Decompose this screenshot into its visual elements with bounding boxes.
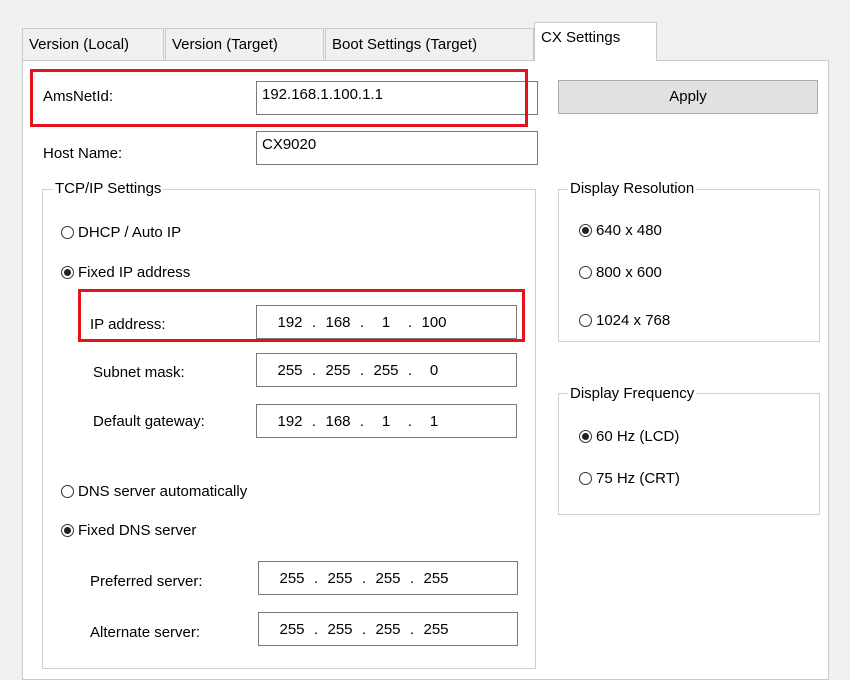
fixed-ip-radio[interactable]: Fixed IP address [61, 264, 190, 281]
radio-unchecked-icon [61, 226, 74, 239]
resolution-1024-radio[interactable]: 1024 x 768 [579, 312, 670, 329]
octet-separator: . [313, 569, 319, 587]
ip-octet: 168 [325, 412, 351, 430]
tab-version-local[interactable]: Version (Local) [22, 28, 164, 60]
ip-octet: 255 [277, 361, 303, 379]
resolution-640-radio[interactable]: 640 x 480 [579, 222, 662, 239]
subnet-mask-input[interactable]: 255. 255. 255. 0 [256, 353, 517, 387]
host-name-label: Host Name: [43, 145, 123, 162]
ip-octet: 255 [279, 620, 305, 638]
ip-octet: 255 [423, 569, 449, 587]
apply-button[interactable]: Apply [558, 80, 818, 114]
tcpip-settings-title: TCP/IP Settings [53, 180, 164, 197]
radio-checked-icon [61, 266, 74, 279]
ip-address-highlight-box [78, 289, 525, 342]
dns-fixed-label: Fixed DNS server [78, 522, 197, 539]
octet-separator: . [311, 412, 317, 430]
preferred-server-input[interactable]: 255. 255. 255. 255 [258, 561, 518, 595]
host-name-input[interactable]: CX9020 [256, 131, 538, 165]
ip-octet: 255 [327, 569, 353, 587]
resolution-option-label: 1024 x 768 [596, 312, 671, 329]
octet-separator: . [409, 620, 415, 638]
radio-unchecked-icon [61, 485, 74, 498]
default-gateway-label: Default gateway: [93, 413, 205, 430]
ip-octet: 255 [373, 361, 399, 379]
tab-version-target[interactable]: Version (Target) [165, 28, 324, 60]
resolution-option-label: 640 x 480 [596, 222, 662, 239]
ip-octet: 255 [327, 620, 353, 638]
dhcp-radio[interactable]: DHCP / Auto IP [61, 224, 181, 241]
resolution-800-radio[interactable]: 800 x 600 [579, 264, 662, 281]
octet-separator: . [359, 361, 365, 379]
display-frequency-group [558, 393, 820, 515]
ip-octet: 1 [381, 412, 391, 430]
radio-unchecked-icon [579, 314, 592, 327]
subnet-mask-label: Subnet mask: [93, 364, 185, 381]
ip-octet: 1 [429, 412, 439, 430]
frequency-60hz-radio[interactable]: 60 Hz (LCD) [579, 428, 679, 445]
octet-separator: . [407, 361, 413, 379]
display-resolution-title: Display Resolution [568, 180, 697, 197]
resolution-option-label: 800 x 600 [596, 264, 662, 281]
radio-unchecked-icon [579, 266, 592, 279]
alternate-server-input[interactable]: 255. 255. 255. 255 [258, 612, 518, 646]
display-frequency-title: Display Frequency [568, 385, 697, 402]
ip-octet: 255 [375, 620, 401, 638]
tab-boot-settings-target[interactable]: Boot Settings (Target) [325, 28, 534, 60]
alternate-server-label: Alternate server: [90, 624, 201, 641]
octet-separator: . [313, 620, 319, 638]
radio-checked-icon [579, 430, 592, 443]
frequency-option-label: 60 Hz (LCD) [596, 428, 680, 445]
octet-separator: . [407, 412, 413, 430]
ip-octet: 192 [277, 412, 303, 430]
radio-checked-icon [579, 224, 592, 237]
ip-octet: 255 [375, 569, 401, 587]
dns-fixed-radio[interactable]: Fixed DNS server [61, 522, 196, 539]
tab-cx-settings[interactable]: CX Settings [534, 22, 657, 61]
frequency-option-label: 75 Hz (CRT) [596, 470, 680, 487]
preferred-server-label: Preferred server: [90, 573, 203, 590]
ip-octet: 255 [423, 620, 449, 638]
dns-auto-label: DNS server automatically [78, 483, 248, 500]
amsnetid-highlight-box [30, 69, 528, 127]
dhcp-label: DHCP / Auto IP [78, 224, 182, 241]
cx-settings-panel: AmsNetId: 192.168.1.100.1.1 Host Name: C… [22, 60, 829, 680]
ip-octet: 255 [279, 569, 305, 587]
radio-checked-icon [61, 524, 74, 537]
ip-octet: 0 [429, 361, 439, 379]
octet-separator: . [409, 569, 415, 587]
frequency-75hz-radio[interactable]: 75 Hz (CRT) [579, 470, 680, 487]
default-gateway-input[interactable]: 192. 168. 1. 1 [256, 404, 517, 438]
octet-separator: . [311, 361, 317, 379]
octet-separator: . [361, 620, 367, 638]
octet-separator: . [359, 412, 365, 430]
ip-octet: 255 [325, 361, 351, 379]
octet-separator: . [361, 569, 367, 587]
fixed-ip-label: Fixed IP address [78, 264, 191, 281]
radio-unchecked-icon [579, 472, 592, 485]
dns-auto-radio[interactable]: DNS server automatically [61, 483, 247, 500]
